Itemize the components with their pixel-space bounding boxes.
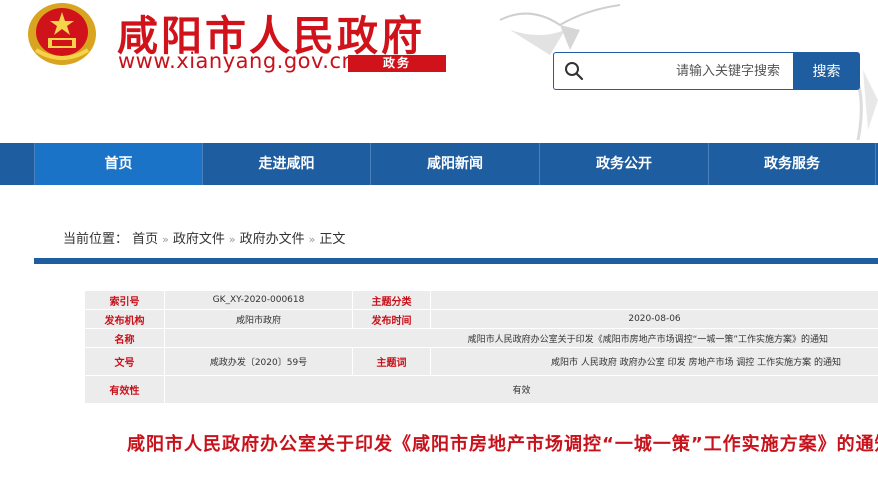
table-row: 索引号 GK_XY-2020-000618 主题分类: [84, 290, 878, 310]
nav-item-home[interactable]: 首页: [34, 143, 202, 185]
nav-item-about[interactable]: 走进咸阳: [202, 143, 370, 185]
breadcrumb-item-office-docs[interactable]: 政府办文件: [240, 232, 305, 247]
nav-item-open-gov[interactable]: 政务公开: [539, 143, 708, 185]
breadcrumb-item-current: 正文: [319, 232, 346, 247]
nav-item-services[interactable]: 政务服务: [708, 143, 876, 185]
search-input[interactable]: [594, 53, 790, 89]
docno-value: 咸政办发〔2020〕59号: [164, 347, 353, 376]
date-value: 2020-08-06: [430, 309, 878, 329]
site-tag: 政务: [348, 55, 446, 72]
topic-label: 主题分类: [352, 290, 431, 310]
nav-item-news[interactable]: 咸阳新闻: [370, 143, 539, 185]
issuer-value: 咸阳市政府: [164, 309, 353, 329]
main-nav: 首页 走进咸阳 咸阳新闻 政务公开 政务服务: [0, 143, 878, 185]
national-emblem-icon: [28, 3, 96, 65]
site-header: 咸阳市人民政府 www.xianyang.gov.cn 政务 搜索: [0, 0, 878, 143]
validity-label: 有效性: [84, 375, 165, 404]
name-value: 咸阳市人民政府办公室关于印发《咸阳市房地产市场调控“一城一策”工作实施方案》的通…: [164, 328, 878, 348]
date-label: 发布时间: [352, 309, 431, 329]
search-button[interactable]: 搜索: [793, 52, 860, 90]
docno-label: 文号: [84, 347, 165, 376]
keywords-value: 咸阳市 人民政府 政府办公室 印发 房地产市场 调控 工作实施方案 的通知: [430, 347, 878, 376]
document-info-table: 索引号 GK_XY-2020-000618 主题分类 发布机构 咸阳市政府 发布…: [84, 290, 878, 404]
index-label: 索引号: [84, 290, 165, 310]
table-row: 有效性 有效: [84, 375, 878, 404]
table-row: 名称 咸阳市人民政府办公室关于印发《咸阳市房地产市场调控“一城一策”工作实施方案…: [84, 328, 878, 348]
table-row: 发布机构 咸阳市政府 发布时间 2020-08-06: [84, 309, 878, 329]
document-title: 咸阳市人民政府办公室关于印发《咸阳市房地产市场调控“一城一策”工作实施方案》的通…: [127, 434, 878, 455]
breadcrumb-prefix: 当前位置：: [63, 232, 129, 247]
breadcrumb-item-gov-docs[interactable]: 政府文件: [173, 232, 225, 247]
table-row: 文号 咸政办发〔2020〕59号 主题词 咸阳市 人民政府 政府办公室 印发 房…: [84, 347, 878, 376]
name-label: 名称: [84, 328, 165, 348]
keywords-label: 主题词: [352, 347, 431, 376]
topic-value: [430, 290, 878, 310]
site-url[interactable]: www.xianyang.gov.cn: [118, 49, 355, 73]
search-icon: [565, 62, 584, 81]
breadcrumb-item-home[interactable]: 首页: [132, 232, 158, 247]
breadcrumb-separator-icon: »: [308, 233, 316, 246]
breadcrumb-separator-icon: »: [228, 233, 236, 246]
validity-value: 有效: [164, 375, 878, 404]
content-divider: [34, 258, 878, 264]
search-box: [553, 52, 793, 90]
issuer-label: 发布机构: [84, 309, 165, 329]
breadcrumb-separator-icon: »: [162, 233, 169, 246]
index-value: GK_XY-2020-000618: [164, 290, 353, 310]
breadcrumb: 当前位置： 首页» 政府文件» 政府办文件» 正文: [63, 228, 345, 247]
